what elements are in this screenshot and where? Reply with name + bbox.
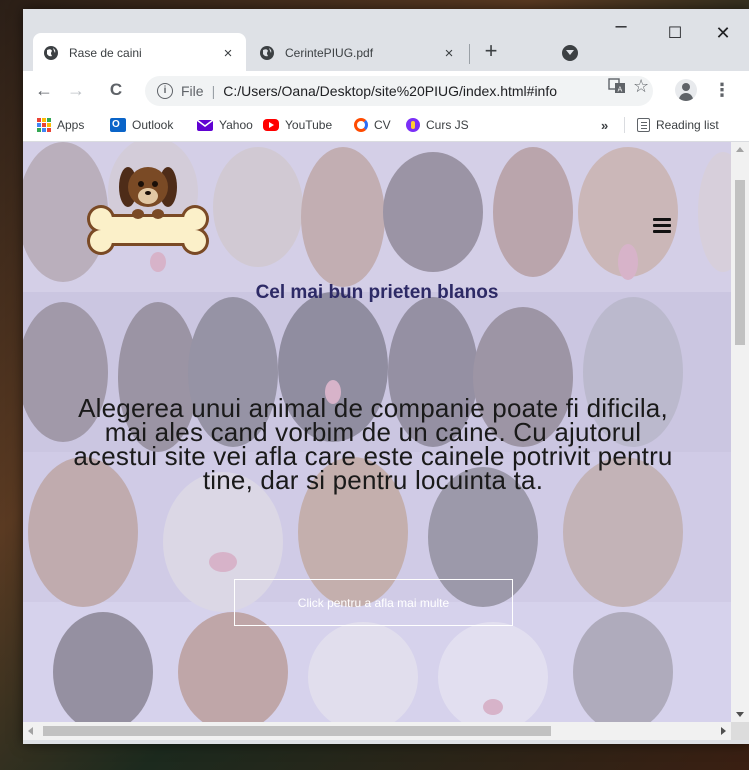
address-divider: | <box>211 83 216 99</box>
tab-search-icon[interactable] <box>562 45 578 61</box>
address-bar[interactable]: i File | C:/Users/Oana/Desktop/site%20PI… <box>145 76 653 106</box>
url-text: C:/Users/Oana/Desktop/site%20PIUG/index.… <box>223 83 558 99</box>
svg-text:A: A <box>618 86 623 94</box>
info-icon[interactable]: i <box>157 83 173 99</box>
scroll-down-arrow[interactable] <box>736 712 744 717</box>
reading-list-button[interactable]: Reading list <box>637 116 719 134</box>
scheme-label: File <box>181 83 204 99</box>
scroll-up-arrow[interactable] <box>736 147 744 152</box>
bookmarks-overflow-button[interactable]: » <box>601 116 608 134</box>
maximize-button[interactable]: ☐ <box>655 23 695 43</box>
scroll-right-arrow[interactable] <box>721 727 726 735</box>
page-viewport: Cel mai bun prieten blanos Alegerea unui… <box>23 142 731 722</box>
translate-icon[interactable]: A <box>608 77 626 99</box>
reload-button[interactable]: C <box>105 79 127 101</box>
close-tab-icon[interactable]: × <box>220 45 236 62</box>
reading-list-icon <box>637 118 650 132</box>
bookmark-outlook[interactable]: O Outlook <box>110 116 173 134</box>
close-window-button[interactable]: ✕ <box>703 23 743 44</box>
close-tab-icon[interactable]: × <box>441 45 457 62</box>
outlook-icon: O <box>110 118 126 132</box>
toolbar: ← → C i File | C:/Users/Oana/Desktop/sit… <box>23 71 749 109</box>
horizontal-scroll-thumb[interactable] <box>43 726 551 736</box>
reading-list-label: Reading list <box>656 118 719 132</box>
curs-js-icon <box>406 118 420 132</box>
scroll-left-arrow[interactable] <box>28 727 33 735</box>
scrollbar-corner <box>731 722 749 740</box>
bookmark-label: YouTube <box>285 118 333 132</box>
tab-strip: Rase de caini × CerintePIUG.pdf × + – ☐ … <box>23 9 749 73</box>
bookmark-curs-js[interactable]: Curs JS <box>406 116 469 134</box>
bookmark-cv[interactable]: CV <box>354 116 391 134</box>
bookmark-star-icon[interactable]: ☆ <box>633 76 649 97</box>
bookmark-yahoo[interactable]: Yahoo <box>197 116 253 134</box>
bookmark-label: Yahoo <box>219 118 253 132</box>
profile-avatar[interactable] <box>675 79 697 101</box>
learn-more-button[interactable]: Click pentru a afla mai multe <box>234 579 513 626</box>
tab-cerinte-piug[interactable]: CerintePIUG.pdf × <box>249 36 467 70</box>
youtube-icon <box>263 119 279 131</box>
globe-icon <box>43 45 59 61</box>
bookmark-youtube[interactable]: YouTube <box>263 116 332 134</box>
tab-separator <box>469 44 470 64</box>
tab-title: Rase de caini <box>69 46 142 60</box>
browser-window: Rase de caini × CerintePIUG.pdf × + – ☐ … <box>23 9 749 744</box>
bookmark-label: Outlook <box>132 118 174 132</box>
bookmarks-divider <box>624 117 625 133</box>
hamburger-menu-icon[interactable] <box>653 218 671 233</box>
site-logo[interactable] <box>83 162 213 262</box>
cv-icon <box>354 118 368 132</box>
browser-menu-icon[interactable]: ⋮ <box>711 79 733 101</box>
apps-grid-icon <box>37 118 51 132</box>
globe-icon <box>259 45 275 61</box>
tab-rase-de-caini[interactable]: Rase de caini × <box>33 33 246 73</box>
minimize-button[interactable]: – <box>601 15 641 38</box>
horizontal-scrollbar[interactable] <box>23 722 731 740</box>
bookmarks-bar: Apps O Outlook Yahoo YouTube CV Curs JS … <box>23 109 749 142</box>
bookmark-label: Curs JS <box>426 118 469 132</box>
vertical-scroll-thumb[interactable] <box>735 180 745 345</box>
hero-paragraph: Alegerea unui animal de companie poate f… <box>73 393 673 495</box>
tab-title: CerintePIUG.pdf <box>285 46 374 60</box>
bookmark-label: Apps <box>57 118 85 132</box>
yahoo-mail-icon <box>197 119 213 131</box>
back-button[interactable]: ← <box>33 79 55 101</box>
vertical-scrollbar[interactable] <box>731 142 749 722</box>
new-tab-button[interactable]: + <box>477 38 505 66</box>
bookmark-label: CV <box>374 118 391 132</box>
bookmark-apps[interactable]: Apps <box>37 116 84 134</box>
forward-button[interactable]: → <box>65 79 87 101</box>
page-tagline: Cel mai bun prieten blanos <box>255 282 499 303</box>
